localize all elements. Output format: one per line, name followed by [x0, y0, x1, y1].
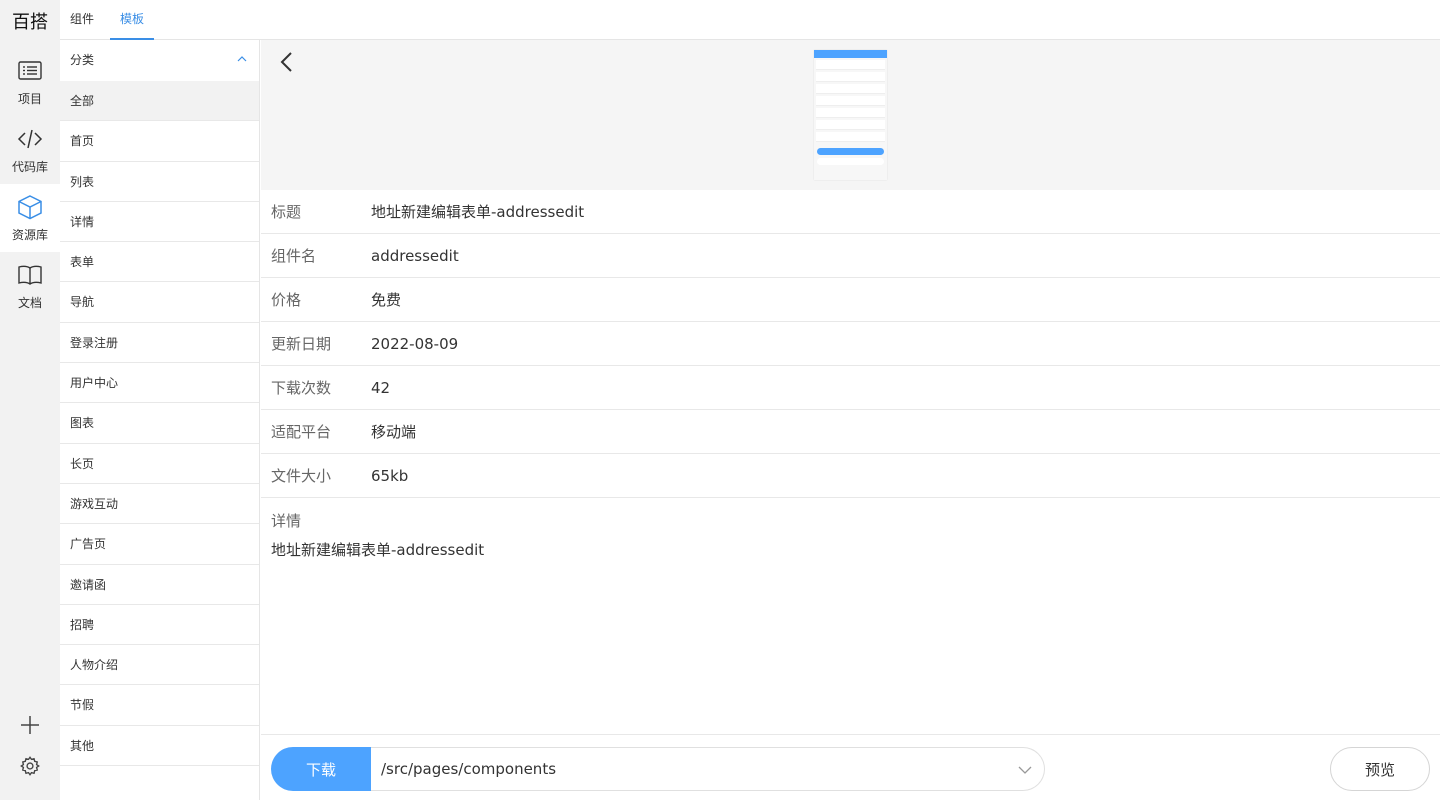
- info-key: 组件名: [271, 247, 317, 265]
- tab-templates[interactable]: 模板: [110, 0, 155, 40]
- info-value: 地址新建编辑表单-addressedit: [371, 203, 585, 221]
- info-value: 65kb: [371, 466, 409, 485]
- info-row-update-date: 更新日期 2022-08-09: [261, 322, 1440, 366]
- rail-item-resources[interactable]: 资源库: [0, 184, 60, 252]
- rail-item-docs[interactable]: 文档: [0, 252, 60, 320]
- rail-item-label: 项目: [17, 92, 42, 106]
- category-item[interactable]: 人物介绍: [60, 645, 259, 686]
- info-key: 适配平台: [271, 423, 332, 441]
- code-icon: [17, 129, 43, 149]
- detail-section: 详情 地址新建编辑表单-addressedit: [261, 498, 1440, 560]
- info-row-downloads: 下载次数 42: [261, 366, 1440, 410]
- path-select-value: /src/pages/components: [381, 760, 557, 778]
- info-value: 2022-08-09: [371, 334, 459, 353]
- info-key: 价格: [271, 291, 302, 309]
- rail-item-projects[interactable]: 项目: [0, 48, 60, 116]
- info-row-title: 标题 地址新建编辑表单-addressedit: [261, 190, 1440, 234]
- detail-key: 详情: [271, 512, 302, 530]
- list-icon: [18, 61, 42, 80]
- category-list: 分类 全部 首页 列表 详情 表单 导航 登录注册 用户中心 图表 长页 游戏互…: [60, 40, 260, 800]
- info-value: addressedit: [371, 246, 459, 265]
- category-item[interactable]: 导航: [60, 282, 259, 323]
- path-select[interactable]: /src/pages/components: [371, 747, 1045, 791]
- category-item[interactable]: 节假: [60, 685, 259, 726]
- chevron-down-icon: [1018, 766, 1032, 774]
- top-tab-bar: 组件 模板: [60, 0, 1440, 40]
- template-preview-area: [261, 40, 1440, 190]
- gear-icon: [20, 756, 40, 776]
- category-item[interactable]: 其他: [60, 726, 259, 767]
- category-item[interactable]: 广告页: [60, 524, 259, 565]
- category-item[interactable]: 长页: [60, 444, 259, 484]
- category-item[interactable]: 表单: [60, 242, 259, 283]
- detail-value: 地址新建编辑表单-addressedit: [271, 541, 485, 559]
- info-row-price: 价格 免费: [261, 278, 1440, 322]
- category-item[interactable]: 用户中心: [60, 363, 259, 404]
- category-title: 分类: [70, 53, 95, 67]
- info-value: 移动端: [371, 423, 417, 441]
- rail-item-label: 文档: [17, 296, 42, 310]
- info-key: 文件大小: [271, 467, 332, 485]
- info-value: 42: [371, 378, 391, 397]
- category-item[interactable]: 游戏互动: [60, 484, 259, 525]
- category-item[interactable]: 招聘: [60, 605, 259, 646]
- back-arrow-icon[interactable]: [277, 50, 297, 74]
- category-header[interactable]: 分类: [60, 40, 259, 81]
- category-item[interactable]: 邀请函: [60, 565, 259, 605]
- download-button[interactable]: 下载: [271, 747, 371, 791]
- action-footer: 下载 /src/pages/components 预览: [261, 734, 1440, 800]
- category-item[interactable]: 全部: [60, 81, 259, 122]
- plus-icon: [21, 716, 39, 734]
- info-key: 下载次数: [271, 379, 332, 397]
- tab-components[interactable]: 组件: [60, 0, 104, 40]
- add-button[interactable]: [0, 707, 60, 743]
- info-key: 标题: [271, 203, 302, 221]
- left-rail: 百搭 项目 代码库 资源库 文档: [0, 0, 60, 800]
- rail-item-codebase[interactable]: 代码库: [0, 116, 60, 184]
- settings-button[interactable]: [0, 748, 60, 784]
- template-thumbnail[interactable]: [814, 50, 887, 180]
- category-item[interactable]: 首页: [60, 121, 259, 162]
- category-item[interactable]: 详情: [60, 202, 259, 243]
- info-value: 免费: [371, 291, 402, 309]
- category-item[interactable]: 登录注册: [60, 323, 259, 364]
- info-row-platform: 适配平台 移动端: [261, 410, 1440, 454]
- info-row-file-size: 文件大小 65kb: [261, 454, 1440, 498]
- chevron-up-icon: [237, 56, 247, 62]
- info-row-component-name: 组件名 addressedit: [261, 234, 1440, 278]
- book-icon: [18, 265, 42, 285]
- rail-item-label: 资源库: [11, 228, 48, 242]
- category-item[interactable]: 列表: [60, 162, 259, 202]
- info-key: 更新日期: [271, 335, 332, 353]
- preview-button[interactable]: 预览: [1330, 747, 1430, 791]
- rail-item-label: 代码库: [11, 160, 48, 174]
- brand-logo: 百搭: [12, 12, 48, 33]
- template-detail-panel: 标题 地址新建编辑表单-addressedit 组件名 addressedit …: [261, 40, 1440, 800]
- cube-icon: [18, 195, 42, 220]
- category-item[interactable]: 图表: [60, 403, 259, 444]
